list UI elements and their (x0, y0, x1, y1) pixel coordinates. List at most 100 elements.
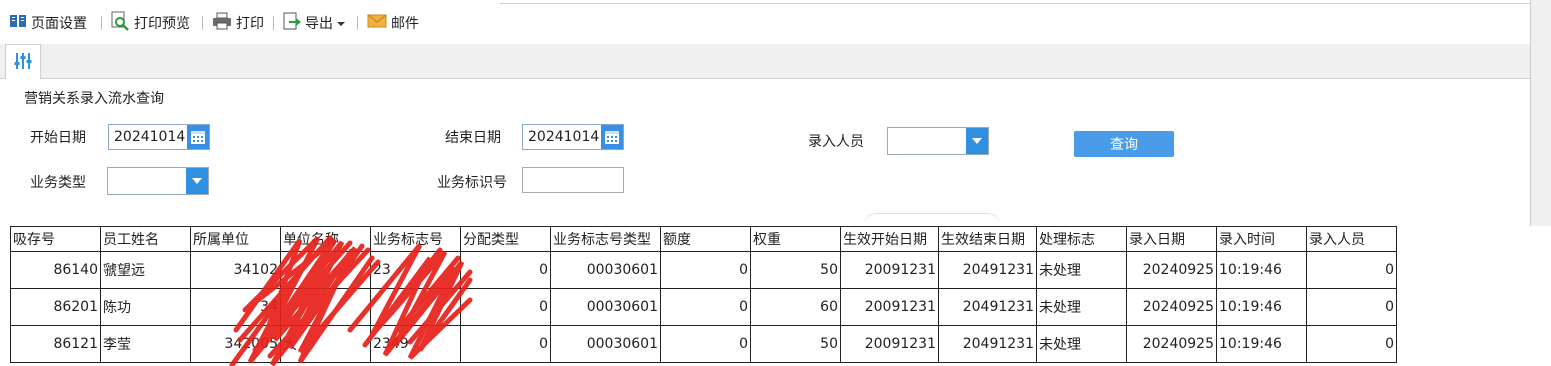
operator-label: 录入人员 (808, 134, 864, 150)
cell-alloc-type: 0 (460, 288, 551, 326)
form-title: 营销关系录入流水查询 (24, 91, 164, 107)
export-icon (283, 11, 301, 35)
cell-deposit-no: 86140 (10, 251, 101, 289)
cell-entry-date: 20240925 (1126, 325, 1217, 363)
cell-alloc-type: 0 (460, 251, 551, 289)
end-date-label: 结束日期 (445, 130, 501, 146)
cell-status: 未处理 (1036, 325, 1127, 363)
column-header[interactable]: 录入人员 (1306, 226, 1397, 252)
column-header[interactable]: 录入时间 (1216, 226, 1307, 252)
export-label: 导出 (305, 16, 333, 32)
operator-select[interactable] (887, 127, 989, 155)
column-header[interactable]: 分配类型 (460, 226, 551, 252)
column-header[interactable]: 所属单位 (190, 226, 281, 252)
cell-start-date: 20091231 (840, 251, 939, 289)
export-button[interactable]: 导出 (283, 12, 345, 34)
cell-unit: 34102 (190, 251, 281, 289)
magnifier-icon (110, 11, 130, 35)
mail-button[interactable]: 邮件 (367, 12, 419, 34)
biz-id-input[interactable] (522, 167, 624, 193)
column-header[interactable]: 录入日期 (1126, 226, 1217, 252)
chevron-down-icon[interactable] (186, 168, 208, 194)
calendar-icon[interactable] (187, 125, 209, 149)
cell-start-date: 20091231 (840, 288, 939, 326)
start-date-value: 20241014 (114, 129, 186, 145)
cell-operator: 0 (1306, 325, 1397, 363)
cell-weight: 50 (750, 325, 841, 363)
column-header[interactable]: 员工姓名 (100, 226, 191, 252)
column-header[interactable]: 单位名称 (280, 226, 371, 252)
column-header[interactable]: 业务标志号 (370, 226, 461, 252)
start-date-field[interactable]: 20241014 (108, 124, 210, 150)
end-date-value: 20241014 (528, 129, 600, 145)
cell-entry-time: 10:19:46 (1216, 325, 1307, 363)
cell-biz-id: 23 (370, 251, 461, 289)
cell-end-date: 20491231 (938, 325, 1037, 363)
tab-filter[interactable] (5, 44, 41, 79)
column-header[interactable]: 吸存号 (10, 226, 101, 252)
print-preview-label: 打印预览 (134, 16, 190, 32)
column-header[interactable]: 处理标志 (1036, 226, 1127, 252)
biz-type-label: 业务类型 (30, 175, 86, 191)
cell-operator: 0 (1306, 288, 1397, 326)
table-header-row: 吸存号 员工姓名 所属单位 单位名称 业务标志号 分配类型 业务标志号类型 额度… (10, 226, 1397, 252)
cell-biz-id-type: 00030601 (550, 251, 661, 289)
print-button[interactable]: 打印 (212, 12, 264, 34)
cell-unit-name (280, 288, 371, 326)
cell-start-date: 20091231 (840, 325, 939, 363)
cell-status: 未处理 (1036, 288, 1127, 326)
cell-weight: 50 (750, 251, 841, 289)
cell-status: 未处理 (1036, 251, 1127, 289)
calendar-icon[interactable] (601, 125, 623, 149)
cell-unit: 342005 (190, 325, 281, 363)
cell-deposit-no: 86201 (10, 288, 101, 326)
cell-biz-id-type: 00030601 (550, 325, 661, 363)
cell-entry-time: 10:19:46 (1216, 288, 1307, 326)
cell-operator: 0 (1306, 251, 1397, 289)
print-preview-button[interactable]: 打印预览 (110, 11, 190, 35)
cell-biz-id: 2349 (370, 325, 461, 363)
cell-employee-name: 虢望远 (100, 251, 191, 289)
cell-alloc-type: 0 (460, 325, 551, 363)
cell-entry-time: 10:19:46 (1216, 251, 1307, 289)
table-row[interactable]: 86121 李莹 342005 大 2349 0 00030601 0 50 2… (10, 325, 1397, 363)
chevron-down-icon (337, 15, 345, 31)
column-header[interactable]: 生效结束日期 (938, 226, 1037, 252)
cell-end-date: 20491231 (938, 251, 1037, 289)
column-header[interactable]: 额度 (660, 226, 751, 252)
cell-weight: 60 (750, 288, 841, 326)
cell-quota: 0 (660, 325, 751, 363)
cell-biz-id-type: 00030601 (550, 288, 661, 326)
cell-unit-name (280, 251, 371, 289)
cell-unit: 34 (190, 288, 281, 326)
cell-quota: 0 (660, 251, 751, 289)
chevron-down-icon[interactable] (966, 128, 988, 154)
envelope-icon (367, 13, 387, 33)
cell-employee-name: 陈功 (100, 288, 191, 326)
page-setup-label: 页面设置 (31, 16, 87, 32)
start-date-label: 开始日期 (30, 130, 86, 146)
cell-entry-date: 20240925 (1126, 288, 1217, 326)
column-header[interactable]: 业务标志号类型 (550, 226, 661, 252)
cell-unit-name: 大 (280, 325, 371, 363)
page-setup-button[interactable]: 页面设置 (9, 12, 87, 34)
cell-biz-id (370, 288, 461, 326)
right-side-panel (1530, 0, 1551, 226)
print-label: 打印 (236, 16, 264, 32)
cell-deposit-no: 86121 (10, 325, 101, 363)
top-divider (500, 0, 1530, 4)
query-button[interactable]: 查询 (1074, 131, 1174, 157)
table-row[interactable]: 86140 虢望远 34102 23 0 00030601 0 50 20091… (10, 251, 1397, 289)
printer-icon (212, 12, 232, 34)
toolbar-separator (101, 16, 102, 30)
end-date-field[interactable]: 20241014 (522, 124, 624, 150)
cell-entry-date: 20240925 (1126, 251, 1217, 289)
biz-id-label: 业务标识号 (437, 175, 507, 191)
toolbar-separator (273, 16, 274, 30)
column-header[interactable]: 生效开始日期 (840, 226, 939, 252)
cell-employee-name: 李莹 (100, 325, 191, 363)
column-header[interactable]: 权重 (750, 226, 841, 252)
table-row[interactable]: 86201 陈功 34 0 00030601 0 60 20091231 204… (10, 288, 1397, 326)
sliders-icon (6, 53, 40, 83)
biz-type-select[interactable] (107, 167, 209, 195)
